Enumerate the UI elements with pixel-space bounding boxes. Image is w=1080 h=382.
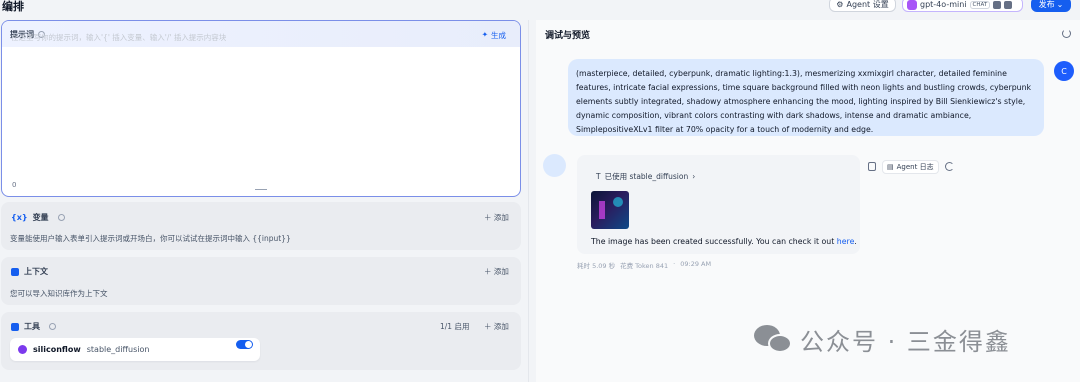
- document-icon: [11, 267, 19, 276]
- avatar: C: [1054, 61, 1074, 81]
- tool-name: stable_diffusion: [86, 345, 150, 354]
- column-divider: [528, 20, 529, 382]
- context-description: 您可以导入知识库作为上下文: [10, 289, 108, 298]
- wechat-icon: [754, 324, 792, 355]
- page-title: 编排: [2, 0, 24, 13]
- tool-item[interactable]: siliconflow stable_diffusion: [10, 338, 260, 361]
- message-meta: 耗时 5.09 秒 花费 Token 841 · 09:29 AM: [577, 260, 712, 270]
- help-icon[interactable]: [49, 323, 56, 330]
- tool-toggle[interactable]: [236, 340, 253, 349]
- debug-title: 调试与预览: [545, 31, 591, 41]
- agent-settings-button[interactable]: ⚙ Agent 设置: [829, 0, 896, 12]
- prompt-input[interactable]: 在这里写你的提示词，输入'{' 插入变量、输入'/' 插入提示内容块: [11, 32, 226, 43]
- bot-avatar-icon: [543, 154, 566, 177]
- tool-provider: siliconflow: [33, 345, 81, 354]
- sliders-icon[interactable]: [1004, 0, 1013, 9]
- help-icon[interactable]: [57, 214, 65, 221]
- generate-label: 生成: [491, 31, 506, 40]
- model-select[interactable]: gpt-4o-mini CHAT: [902, 0, 1023, 12]
- message-actions: ▤ Agent 日志: [868, 159, 954, 174]
- result-link[interactable]: here: [837, 237, 855, 246]
- model-settings-icon[interactable]: [993, 0, 1002, 9]
- tools-enabled-count: 1/1 启用: [440, 322, 470, 331]
- prompt-char-count: 0: [12, 181, 17, 189]
- variables-description: 变量能使用户输入表单引入提示词或开场白，你可以试试在提示词中输入 {{input…: [10, 234, 291, 243]
- top-bar: 编排 ⚙ Agent 设置 gpt-4o-mini CHAT 发布 ⌄: [0, 0, 1080, 16]
- siliconflow-logo-icon: [18, 345, 27, 354]
- publish-label: 发布: [1038, 0, 1055, 9]
- chevron-down-icon: ⌄: [1056, 0, 1064, 9]
- publish-button[interactable]: 发布 ⌄: [1031, 0, 1071, 12]
- regenerate-icon[interactable]: [944, 162, 954, 171]
- tool-icon: [11, 322, 19, 331]
- generate-button[interactable]: ✦ 生成: [482, 30, 506, 41]
- generated-image[interactable]: [591, 191, 629, 229]
- chevron-right-icon: ›: [692, 172, 696, 181]
- chat-tag: CHAT: [969, 0, 991, 9]
- refresh-icon[interactable]: [1062, 29, 1071, 38]
- log-icon: ▤: [887, 162, 894, 171]
- add-tool-button[interactable]: ＋ 添加: [484, 321, 509, 332]
- model-logo-icon: [907, 0, 917, 10]
- used-tool-indicator[interactable]: T 已使用 stable_diffusion ›: [596, 171, 695, 182]
- copy-icon[interactable]: [868, 162, 876, 171]
- user-message: (masterpiece, detailed, cyberpunk, drama…: [568, 59, 1044, 136]
- model-name: gpt-4o-mini: [920, 0, 967, 9]
- resize-handle[interactable]: [255, 189, 267, 190]
- agent-settings-label: Agent 设置: [846, 0, 889, 9]
- watermark: 公众号 · 三金得鑫: [754, 322, 1011, 357]
- prompt-panel[interactable]: 提示词 ✦ 生成: [1, 20, 521, 197]
- tool-icon: T: [596, 172, 601, 181]
- variables-title: {x} 变量: [11, 212, 65, 223]
- variable-braces-icon: {x}: [11, 213, 28, 222]
- result-text: The image has been created successfully.…: [591, 237, 857, 246]
- sparkle-icon: ✦: [481, 30, 488, 39]
- gear-icon: ⚙: [836, 0, 844, 9]
- context-title: 上下文: [11, 266, 48, 277]
- agent-log-button[interactable]: ▤ Agent 日志: [882, 159, 939, 174]
- add-context-button[interactable]: ＋ 添加: [484, 266, 509, 277]
- add-variable-button[interactable]: ＋ 添加: [484, 212, 509, 223]
- tools-title: 工具: [11, 321, 56, 332]
